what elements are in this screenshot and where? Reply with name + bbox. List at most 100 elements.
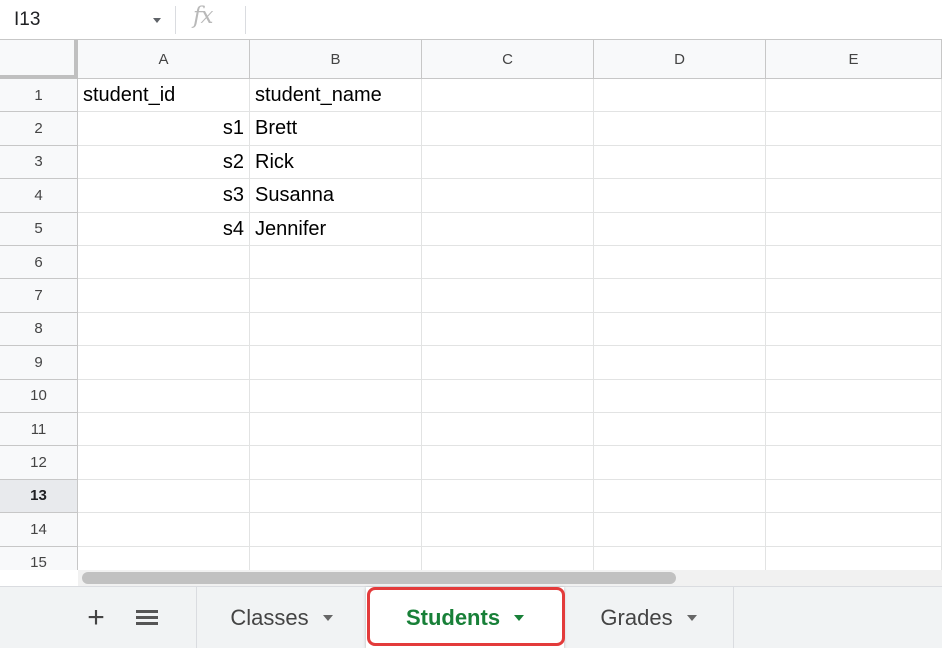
cell-d12[interactable] bbox=[594, 446, 766, 480]
row-header-3[interactable]: 3 bbox=[0, 145, 78, 180]
sheet-tab-grades[interactable]: Grades bbox=[564, 587, 734, 648]
cell-d2[interactable] bbox=[594, 112, 766, 146]
cell-b7[interactable] bbox=[250, 279, 422, 313]
cell-e4[interactable] bbox=[766, 179, 942, 213]
cell-e11[interactable] bbox=[766, 413, 942, 447]
cell-b2[interactable]: Brett bbox=[250, 112, 422, 146]
cell-d6[interactable] bbox=[594, 246, 766, 280]
cell-a4[interactable]: s3 bbox=[78, 179, 250, 213]
cell-d5[interactable] bbox=[594, 212, 766, 246]
cell-e15[interactable] bbox=[766, 546, 942, 570]
cell-c9[interactable] bbox=[422, 346, 594, 380]
column-header-e[interactable]: E bbox=[766, 40, 942, 79]
row-header-9[interactable]: 9 bbox=[0, 346, 78, 380]
cell-a15[interactable] bbox=[78, 546, 250, 570]
cell-d13[interactable] bbox=[594, 479, 766, 514]
cell-e3[interactable] bbox=[766, 145, 942, 180]
row-header-7[interactable]: 7 bbox=[0, 279, 78, 313]
caret-down-icon[interactable] bbox=[514, 614, 525, 621]
cell-c5[interactable] bbox=[422, 212, 594, 246]
cell-c11[interactable] bbox=[422, 413, 594, 447]
cell-c8[interactable] bbox=[422, 312, 594, 347]
sheet-tab-students[interactable]: Students bbox=[366, 587, 564, 648]
row-header-10[interactable]: 10 bbox=[0, 379, 78, 413]
horizontal-scrollbar-thumb[interactable] bbox=[82, 572, 676, 584]
column-header-a[interactable]: A bbox=[78, 40, 250, 79]
caret-down-icon[interactable] bbox=[686, 614, 697, 621]
row-header-6[interactable]: 6 bbox=[0, 246, 78, 280]
cell-d9[interactable] bbox=[594, 346, 766, 380]
column-header-d[interactable]: D bbox=[594, 40, 766, 79]
cell-e10[interactable] bbox=[766, 379, 942, 413]
sheet-tab-classes[interactable]: Classes bbox=[196, 587, 366, 648]
cell-c13[interactable] bbox=[422, 479, 594, 514]
row-header-8[interactable]: 8 bbox=[0, 312, 78, 347]
cell-e14[interactable] bbox=[766, 513, 942, 547]
cell-d8[interactable] bbox=[594, 312, 766, 347]
cell-a6[interactable] bbox=[78, 246, 250, 280]
cell-a10[interactable] bbox=[78, 379, 250, 413]
row-header-15[interactable]: 15 bbox=[0, 546, 78, 570]
cell-e12[interactable] bbox=[766, 446, 942, 480]
row-header-5[interactable]: 5 bbox=[0, 212, 78, 246]
cell-b5[interactable]: Jennifer bbox=[250, 212, 422, 246]
row-header-13[interactable]: 13 bbox=[0, 479, 78, 514]
cell-a11[interactable] bbox=[78, 413, 250, 447]
cell-e7[interactable] bbox=[766, 279, 942, 313]
cell-c7[interactable] bbox=[422, 279, 594, 313]
cell-b15[interactable] bbox=[250, 546, 422, 570]
cell-c4[interactable] bbox=[422, 179, 594, 213]
row-header-4[interactable]: 4 bbox=[0, 179, 78, 213]
name-box[interactable]: I13 bbox=[0, 0, 170, 39]
cell-c14[interactable] bbox=[422, 513, 594, 547]
caret-down-icon[interactable] bbox=[322, 614, 333, 621]
cell-b9[interactable] bbox=[250, 346, 422, 380]
cell-c6[interactable] bbox=[422, 246, 594, 280]
cell-e1[interactable] bbox=[766, 79, 942, 113]
cell-e2[interactable] bbox=[766, 112, 942, 146]
cell-d4[interactable] bbox=[594, 179, 766, 213]
cell-a7[interactable] bbox=[78, 279, 250, 313]
cell-d14[interactable] bbox=[594, 513, 766, 547]
cell-c2[interactable] bbox=[422, 112, 594, 146]
formula-input[interactable] bbox=[252, 0, 942, 39]
cell-b10[interactable] bbox=[250, 379, 422, 413]
cell-a8[interactable] bbox=[78, 312, 250, 347]
cell-e13[interactable] bbox=[766, 479, 942, 514]
cell-c1[interactable] bbox=[422, 79, 594, 113]
cell-e9[interactable] bbox=[766, 346, 942, 380]
cell-d11[interactable] bbox=[594, 413, 766, 447]
row-header-12[interactable]: 12 bbox=[0, 446, 78, 480]
cell-c12[interactable] bbox=[422, 446, 594, 480]
cell-d3[interactable] bbox=[594, 145, 766, 180]
cell-d15[interactable] bbox=[594, 546, 766, 570]
add-sheet-button[interactable]: + bbox=[82, 603, 110, 633]
cell-d7[interactable] bbox=[594, 279, 766, 313]
cell-b12[interactable] bbox=[250, 446, 422, 480]
name-box-dropdown-icon[interactable] bbox=[153, 18, 161, 23]
cell-b14[interactable] bbox=[250, 513, 422, 547]
cell-b8[interactable] bbox=[250, 312, 422, 347]
cell-b11[interactable] bbox=[250, 413, 422, 447]
cell-b4[interactable]: Susanna bbox=[250, 179, 422, 213]
cell-b3[interactable]: Rick bbox=[250, 145, 422, 180]
row-header-14[interactable]: 14 bbox=[0, 513, 78, 547]
cell-a14[interactable] bbox=[78, 513, 250, 547]
column-header-c[interactable]: C bbox=[422, 40, 594, 79]
cell-a5[interactable]: s4 bbox=[78, 212, 250, 246]
cell-b6[interactable] bbox=[250, 246, 422, 280]
cell-c3[interactable] bbox=[422, 145, 594, 180]
row-header-11[interactable]: 11 bbox=[0, 413, 78, 447]
cell-a2[interactable]: s1 bbox=[78, 112, 250, 146]
cell-a12[interactable] bbox=[78, 446, 250, 480]
cell-a13[interactable] bbox=[78, 479, 250, 514]
cell-c15[interactable] bbox=[422, 546, 594, 570]
cell-a9[interactable] bbox=[78, 346, 250, 380]
cell-b13[interactable] bbox=[250, 479, 422, 514]
cell-a3[interactable]: s2 bbox=[78, 145, 250, 180]
cell-e8[interactable] bbox=[766, 312, 942, 347]
cell-d10[interactable] bbox=[594, 379, 766, 413]
column-header-b[interactable]: B bbox=[250, 40, 422, 79]
select-all-corner[interactable] bbox=[0, 40, 78, 79]
all-sheets-button[interactable] bbox=[136, 609, 160, 629]
